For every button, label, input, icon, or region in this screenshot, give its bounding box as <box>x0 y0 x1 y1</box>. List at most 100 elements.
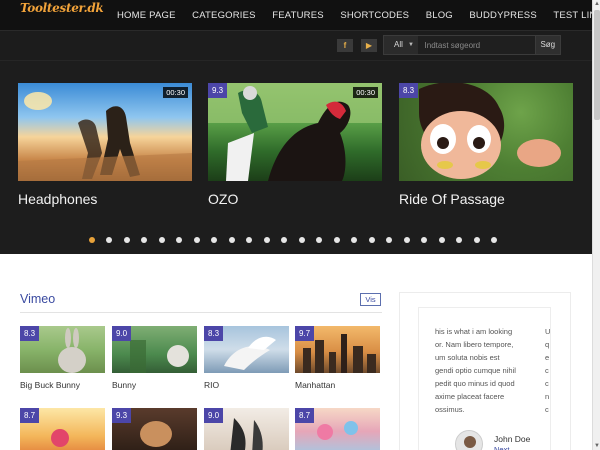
video-card[interactable]: 8.3 RIO <box>204 326 289 390</box>
rating-badge: 8.3 <box>20 326 40 341</box>
cartoon-character-image <box>419 83 561 179</box>
nav-item-shortcodes[interactable]: SHORTCODES <box>340 10 409 21</box>
duration-badge: 00:30 <box>353 87 378 98</box>
slider-dot[interactable] <box>176 237 183 243</box>
video-title[interactable]: Bunny <box>112 380 197 390</box>
main-content: Vimeo Vis 8.3 Big Buck Bunny 9.0 Bunny 8… <box>0 254 592 450</box>
scroll-up-icon[interactable]: ▲ <box>593 0 600 8</box>
slider-dot[interactable] <box>141 237 148 243</box>
search-bar-strip: f ▶ All ▼ Søg <box>0 30 592 60</box>
nav-item-buddypress[interactable]: BUDDYPRESS <box>469 10 536 21</box>
nav-item-blog[interactable]: BLOG <box>426 10 453 21</box>
video-title[interactable]: Manhattan <box>295 380 380 390</box>
slider-dot[interactable] <box>491 237 498 243</box>
avatar <box>455 430 483 450</box>
search-category-value: All <box>394 40 403 49</box>
slider-dot[interactable] <box>386 237 393 243</box>
search-category-select[interactable]: All ▼ <box>384 36 418 54</box>
slide-title[interactable]: Ride Of Passage <box>399 191 573 207</box>
slider-dot[interactable] <box>263 237 270 243</box>
rating-badge: 8.7 <box>295 408 315 423</box>
slider-dot[interactable] <box>89 237 95 243</box>
video-card[interactable]: 8.7 <box>20 408 105 450</box>
video-thumbnail[interactable]: 9.0 <box>112 326 197 373</box>
search-form: All ▼ Søg <box>383 35 561 55</box>
rating-badge: 9.0 <box>112 326 132 341</box>
testimonial-widget: his is what i am looking or. Nam libero t… <box>399 292 571 450</box>
slider-dot[interactable] <box>158 237 165 243</box>
slider-dot[interactable] <box>246 237 253 243</box>
slider-dot[interactable] <box>281 237 288 243</box>
video-card[interactable]: 8.7 <box>295 408 380 450</box>
nav-item-features[interactable]: FEATURES <box>272 10 324 21</box>
video-thumbnail[interactable]: 9.3 <box>112 408 197 450</box>
featured-slider: 00:30 Headphones 9.3 00:30 OZO 8.3 Ride … <box>0 60 592 254</box>
testimonial-card: his is what i am looking or. Nam libero t… <box>418 307 551 450</box>
slider-dot[interactable] <box>351 237 358 243</box>
slide-item[interactable]: 00:30 Headphones <box>18 83 192 207</box>
chevron-down-icon: ▼ <box>408 42 414 48</box>
slider-dot[interactable] <box>438 237 445 243</box>
slider-dot[interactable] <box>123 237 130 243</box>
testimonial-next-peek: Uqeccnc <box>545 327 551 414</box>
site-logo[interactable]: Tooltester.dk <box>20 1 104 15</box>
video-card[interactable]: 9.0 <box>204 408 289 450</box>
video-thumbnail[interactable]: 8.3 <box>204 326 289 373</box>
video-card[interactable]: 9.7 Manhattan <box>295 326 380 390</box>
video-thumbnail[interactable]: 8.7 <box>295 408 380 450</box>
search-button[interactable]: Søg <box>534 36 560 54</box>
video-thumbnail[interactable]: 9.0 <box>204 408 289 450</box>
slider-dot[interactable] <box>403 237 410 243</box>
slider-dot[interactable] <box>228 237 235 243</box>
rating-badge: 8.3 <box>399 83 419 98</box>
nav-item-home[interactable]: HOME PAGE <box>117 10 176 21</box>
slider-dot[interactable] <box>193 237 200 243</box>
section-title[interactable]: Vimeo <box>20 292 55 306</box>
slider-dot[interactable] <box>333 237 340 243</box>
slide-thumbnail[interactable]: 8.3 <box>399 83 573 181</box>
author-photo <box>456 431 482 450</box>
slide-item[interactable]: 8.3 Ride Of Passage <box>399 83 573 207</box>
slide-thumbnail[interactable]: 00:30 <box>18 83 192 181</box>
video-thumbnail[interactable]: 8.7 <box>20 408 105 450</box>
rating-badge: 9.7 <box>295 326 315 341</box>
slider-dot[interactable] <box>421 237 428 243</box>
video-thumbnail[interactable]: 9.7 <box>295 326 380 373</box>
slider-dot[interactable] <box>316 237 323 243</box>
video-card[interactable]: 9.3 <box>112 408 197 450</box>
nav-item-categories[interactable]: CATEGORIES <box>192 10 256 21</box>
slide-title[interactable]: Headphones <box>18 191 192 207</box>
slider-dot[interactable] <box>298 237 305 243</box>
slide-item[interactable]: 9.3 00:30 OZO <box>208 83 382 207</box>
slider-pagination <box>89 237 498 243</box>
rating-badge: 8.7 <box>20 408 40 423</box>
scroll-down-icon[interactable]: ▼ <box>593 442 600 450</box>
youtube-icon[interactable]: ▶ <box>361 39 377 52</box>
slide-title[interactable]: OZO <box>208 191 382 207</box>
search-input[interactable] <box>417 36 535 54</box>
scrollbar-thumb[interactable] <box>594 10 600 120</box>
rating-badge: 9.3 <box>208 83 228 98</box>
video-title[interactable]: RIO <box>204 380 289 390</box>
slider-dot[interactable] <box>106 237 113 243</box>
view-all-button[interactable]: Vis <box>360 293 381 306</box>
main-nav: HOME PAGE CATEGORIES FEATURES SHORTCODES… <box>117 10 600 21</box>
rating-badge: 9.3 <box>112 408 132 423</box>
testimonial-author: John Doe <box>494 434 531 444</box>
slider-dot[interactable] <box>473 237 480 243</box>
video-thumbnail[interactable]: 8.3 <box>20 326 105 373</box>
slide-thumbnail[interactable]: 9.3 00:30 <box>208 83 382 181</box>
facebook-icon[interactable]: f <box>337 39 353 52</box>
video-card[interactable]: 9.0 Bunny <box>112 326 197 390</box>
video-title[interactable]: Big Buck Bunny <box>20 380 105 390</box>
slider-dot[interactable] <box>368 237 375 243</box>
rating-badge: 9.0 <box>204 408 224 423</box>
section-divider <box>20 312 382 313</box>
video-card[interactable]: 8.3 Big Buck Bunny <box>20 326 105 390</box>
testimonial-text: his is what i am looking or. Nam libero t… <box>435 327 516 414</box>
testimonial-author-role: NextGeneration <box>494 445 510 450</box>
slider-dot[interactable] <box>456 237 463 243</box>
page-scrollbar[interactable]: ▲ ▼ <box>592 0 600 450</box>
slider-dot[interactable] <box>211 237 218 243</box>
top-navbar: Tooltester.dk HOME PAGE CATEGORIES FEATU… <box>0 0 600 30</box>
